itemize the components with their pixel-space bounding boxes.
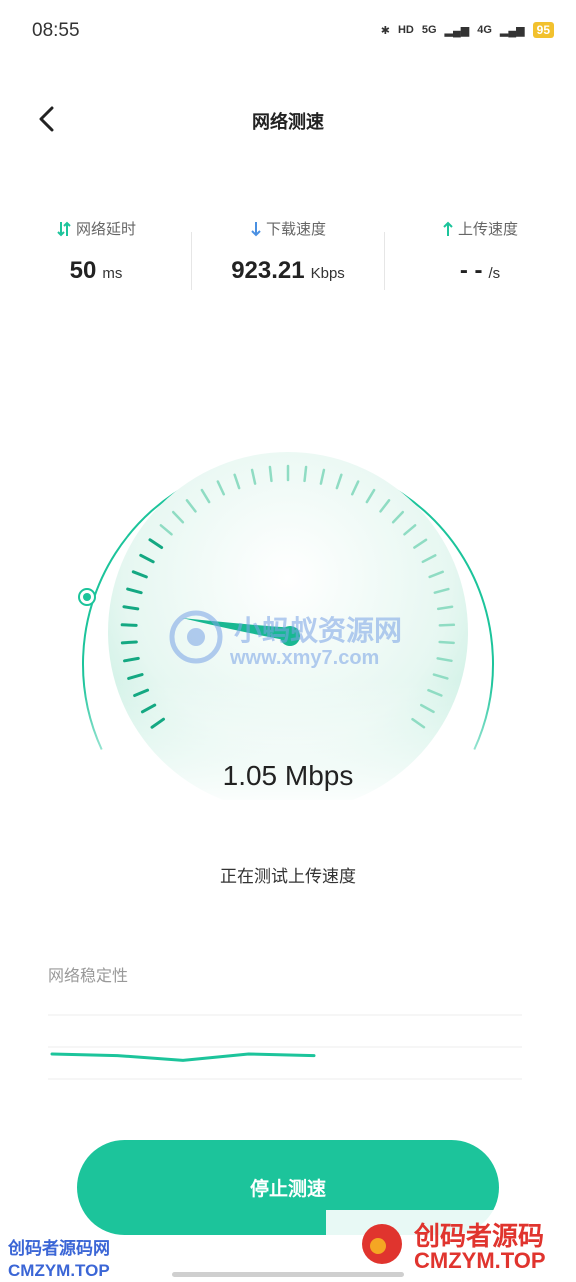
upload-metric: 上传速度 - - /s bbox=[384, 218, 576, 285]
watermark-center-cn: 小蚂蚁资源网 bbox=[234, 615, 403, 646]
test-status: 正在测试上传速度 bbox=[220, 867, 356, 886]
current-speed: 1.05 Mbps bbox=[222, 760, 354, 791]
latency-metric: 网络延时 50 ms bbox=[0, 218, 192, 285]
gauge-tick bbox=[438, 623, 456, 627]
home-indicator[interactable] bbox=[172, 1272, 404, 1277]
download-label: 下载速度 bbox=[265, 221, 326, 238]
signal-5g-icon: 5G bbox=[421, 24, 437, 36]
watermark-logo-icon bbox=[362, 1224, 402, 1264]
watermark-right: 创码者源码 CMZYM.TOP bbox=[326, 1210, 576, 1280]
bluetooth-icon: ✱ bbox=[380, 24, 390, 37]
stability-chart bbox=[48, 1014, 522, 1080]
watermark-left: 创码者源码网 CMZYM.TOP bbox=[8, 1238, 110, 1282]
battery-badge: 95 bbox=[532, 22, 554, 38]
status-icons: ✱ HD 5G ▂▄▆ 4G ▂▄▆ 95 bbox=[381, 22, 554, 38]
ant-logo-icon bbox=[169, 610, 223, 664]
watermark-center-en: www.xmy7.com bbox=[230, 647, 380, 669]
gauge-tick bbox=[438, 640, 455, 645]
signal-bars-icon: ▂▄▆ bbox=[444, 24, 470, 37]
download-metric: 下载速度 923.21 Kbps bbox=[192, 218, 384, 285]
gauge-tick bbox=[303, 465, 308, 483]
gauge-tick bbox=[268, 465, 273, 483]
stability-label: 网络稳定性 bbox=[48, 968, 129, 985]
gauge-tick bbox=[120, 623, 138, 627]
signal-4g-icon: 4G bbox=[477, 24, 492, 36]
status-time: 08:55 bbox=[32, 20, 80, 41]
download-value: 923.21 bbox=[231, 257, 305, 284]
watermark-center: 小蚂蚁资源网 www.xmy7.com bbox=[168, 605, 428, 675]
gauge-tick bbox=[122, 605, 140, 611]
stability-line bbox=[50, 1052, 316, 1062]
latency-value: 50 bbox=[69, 257, 97, 284]
download-arrow-icon bbox=[251, 221, 261, 236]
latency-unit: ms bbox=[102, 265, 123, 282]
speed-gauge bbox=[60, 452, 516, 800]
download-unit: Kbps bbox=[310, 265, 345, 282]
upload-arrow-icon bbox=[443, 221, 453, 236]
page-title: 网络测速 bbox=[252, 112, 324, 132]
metrics-row: 网络延时 50 ms 下载速度 923.21 Kbps 上传速度 - - /s bbox=[0, 218, 576, 298]
progress-knob-dot bbox=[83, 593, 91, 601]
gauge-tick bbox=[120, 640, 138, 645]
watermark-left-cn: 创码者源码网 bbox=[8, 1239, 110, 1258]
latency-label: 网络延时 bbox=[75, 221, 136, 238]
upload-unit: /s bbox=[488, 265, 501, 282]
upload-label: 上传速度 bbox=[457, 221, 518, 238]
watermark-left-en: CMZYM.TOP bbox=[8, 1261, 110, 1280]
watermark-right-en: CMZYM.TOP bbox=[414, 1248, 546, 1273]
hd-icon: HD bbox=[397, 24, 414, 36]
signal-bars-icon: ▂▄▆ bbox=[499, 24, 525, 37]
upload-value: - - bbox=[459, 257, 483, 284]
latency-icon bbox=[57, 221, 71, 236]
